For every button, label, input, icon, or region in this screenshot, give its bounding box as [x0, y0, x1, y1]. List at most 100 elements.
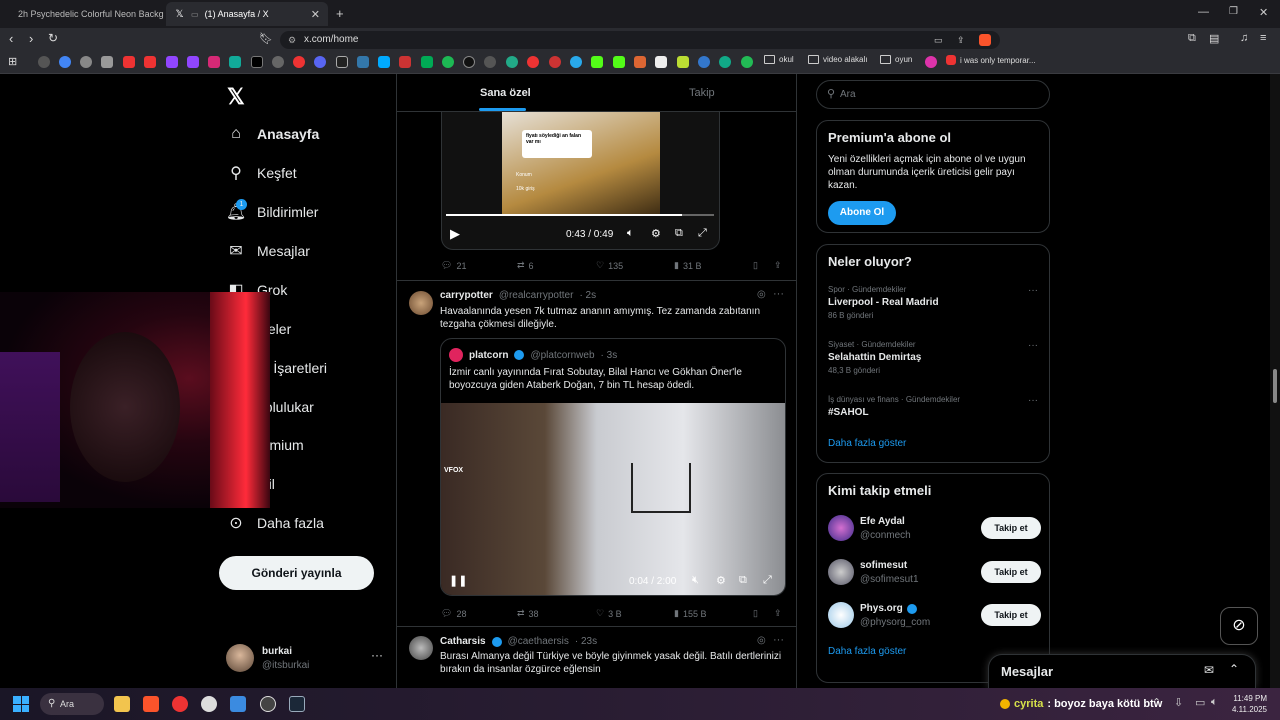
- play-icon[interactable]: ▶: [450, 226, 460, 242]
- tab-for-you[interactable]: Sana özel: [480, 87, 531, 99]
- drive-icon[interactable]: [421, 56, 433, 68]
- share-button[interactable]: ⇪: [774, 608, 782, 619]
- bookmark-icon[interactable]: [741, 56, 753, 68]
- minimize-icon[interactable]: —: [1198, 6, 1209, 18]
- more-icon[interactable]: ···: [1028, 395, 1038, 406]
- show-more-follow-link[interactable]: Daha fazla göster: [828, 646, 906, 657]
- nav-messages[interactable]: ✉ Mesajlar: [227, 239, 310, 263]
- follow-suggestion[interactable]: Efe Aydal @conmech Takip et: [817, 512, 1051, 546]
- file-explorer-icon[interactable]: [114, 696, 130, 712]
- bookmark-icon[interactable]: [399, 56, 411, 68]
- nav-more[interactable]: ⊙ Daha fazla: [227, 511, 324, 535]
- bookmark-icon[interactable]: [336, 56, 348, 68]
- repost-button[interactable]: ⇄ 6: [517, 260, 534, 271]
- tab-following[interactable]: Takip: [689, 87, 715, 99]
- forward-icon[interactable]: ›: [29, 31, 33, 46]
- bookmark-icon[interactable]: [229, 56, 241, 68]
- close-tab-icon[interactable]: ✕: [311, 8, 320, 21]
- extensions-icon[interactable]: ⧉: [1188, 32, 1196, 45]
- bookmark-last[interactable]: i was only temporar...: [946, 55, 1036, 65]
- bookmark-folder-video[interactable]: video alakalı: [808, 55, 867, 64]
- cast-icon[interactable]: ▭: [934, 31, 943, 49]
- repost-button[interactable]: ⇄ 38: [517, 608, 539, 619]
- settings-icon[interactable]: ⚙︎: [716, 574, 726, 587]
- bookmark-icon[interactable]: [677, 56, 689, 68]
- avatar[interactable]: [409, 291, 433, 315]
- menu-icon[interactable]: ≡: [1260, 32, 1266, 44]
- tweet[interactable]: carrypotter @realcarrypotter · 2s ◎ ··· …: [397, 281, 796, 626]
- bookmark-icon[interactable]: [698, 56, 710, 68]
- youtube-icon[interactable]: [123, 56, 135, 68]
- reply-button[interactable]: 💬︎ 21: [441, 260, 466, 271]
- tray-expand-icon[interactable]: ⌃: [1152, 696, 1161, 709]
- app-icon[interactable]: [260, 696, 276, 712]
- more-icon[interactable]: ···: [1028, 340, 1038, 351]
- more-icon[interactable]: ···: [1028, 285, 1038, 296]
- more-icon[interactable]: ···: [773, 288, 784, 300]
- bookmark-icon[interactable]: [634, 56, 646, 68]
- new-message-icon[interactable]: ✉: [1204, 663, 1214, 677]
- history-icon[interactable]: [38, 56, 50, 68]
- expand-icon[interactable]: ⌃: [1229, 662, 1239, 676]
- twitch-icon[interactable]: [166, 56, 178, 68]
- reload-icon[interactable]: ↻: [48, 31, 58, 45]
- tab-background-video[interactable]: 2h Psychedelic Colorful Neon Backgr: [4, 2, 164, 26]
- more-icon[interactable]: ···: [773, 634, 784, 646]
- author-handle[interactable]: @caethaersis: [508, 636, 569, 647]
- bookmark-icon[interactable]: [527, 56, 539, 68]
- sidebar-icon[interactable]: ▤: [1209, 32, 1219, 45]
- scrollbar[interactable]: [1270, 74, 1280, 688]
- network-icon[interactable]: ▭: [1195, 696, 1205, 709]
- fullscreen-icon[interactable]: ⤢: [698, 227, 707, 240]
- music-icon[interactable]: ♫: [1240, 32, 1248, 44]
- bookmark-icon[interactable]: [378, 56, 390, 68]
- video-player[interactable]: VFOX ❚❚ 0:04 / 2:00 🔇︎ ⚙︎ ⧉ ⤢: [441, 403, 785, 595]
- views-button[interactable]: ▮ 155 B: [674, 608, 706, 619]
- author-name[interactable]: Catharsis: [440, 636, 486, 647]
- author-name[interactable]: carrypotter: [440, 290, 493, 301]
- follow-suggestion[interactable]: sofimesut @sofimesut1 Takip et: [817, 556, 1051, 590]
- telegram-icon[interactable]: [570, 56, 582, 68]
- bookmark-page-icon[interactable]: 🔖︎: [259, 32, 273, 45]
- share-icon[interactable]: ⇪: [957, 31, 965, 49]
- bookmark-icon[interactable]: [719, 56, 731, 68]
- settings-icon[interactable]: ⚙︎: [651, 227, 661, 240]
- photos-icon[interactable]: [230, 696, 246, 712]
- x-icon[interactable]: [251, 56, 263, 68]
- like-button[interactable]: ♡ 135: [596, 260, 623, 271]
- bookmark-icon[interactable]: [101, 56, 113, 68]
- like-button[interactable]: ♡ 3 B: [596, 608, 622, 619]
- apps-grid-icon[interactable]: ⊞: [8, 55, 17, 68]
- avatar[interactable]: [409, 636, 433, 660]
- follow-button[interactable]: Takip et: [981, 604, 1041, 626]
- back-icon[interactable]: ‹: [9, 31, 13, 46]
- trend-item[interactable]: Spor · Gündemdekiler Liverpool - Real Ma…: [828, 285, 1038, 320]
- show-more-trends-link[interactable]: Daha fazla göster: [828, 438, 906, 449]
- quoted-tweet[interactable]: platcorn @platcornweb · 3s İzmir canlı y…: [440, 338, 786, 596]
- tray-icon[interactable]: ⇩: [1174, 696, 1183, 709]
- pause-icon[interactable]: ❚❚: [449, 574, 467, 587]
- scrollbar-thumb[interactable]: [1273, 369, 1277, 403]
- windows-start-icon[interactable]: [13, 696, 29, 712]
- bookmark-icon[interactable]: [357, 56, 369, 68]
- views-button[interactable]: ▮ 31 B: [674, 260, 701, 271]
- site-info-icon[interactable]: ⚙︎: [288, 31, 296, 49]
- spotify-icon[interactable]: [442, 56, 454, 68]
- trend-item[interactable]: Siyaset · Gündemdekiler Selahattin Demir…: [828, 340, 1038, 375]
- grok-icon[interactable]: ◎: [757, 289, 766, 300]
- bookmark-folder-okul[interactable]: okul: [764, 55, 794, 64]
- instagram-icon[interactable]: [208, 56, 220, 68]
- grok-floating-button[interactable]: ⊘: [1220, 607, 1258, 645]
- share-button[interactable]: ⇪: [774, 260, 782, 271]
- discord-icon[interactable]: [314, 56, 326, 68]
- trend-item[interactable]: İş dünyası ve finans · Gündemdekiler #SA…: [828, 395, 1038, 418]
- kick-icon[interactable]: [613, 56, 625, 68]
- new-tab-icon[interactable]: +: [336, 6, 344, 21]
- app-icon[interactable]: [201, 696, 217, 712]
- youtube-icon[interactable]: [144, 56, 156, 68]
- restore-icon[interactable]: ❐: [1229, 6, 1238, 17]
- account-switcher[interactable]: burkai @itsburkai ···: [226, 642, 396, 676]
- bookmark-icon[interactable]: [484, 56, 496, 68]
- fullscreen-icon[interactable]: ⤢: [763, 574, 772, 587]
- bookmark-icon[interactable]: [925, 56, 937, 68]
